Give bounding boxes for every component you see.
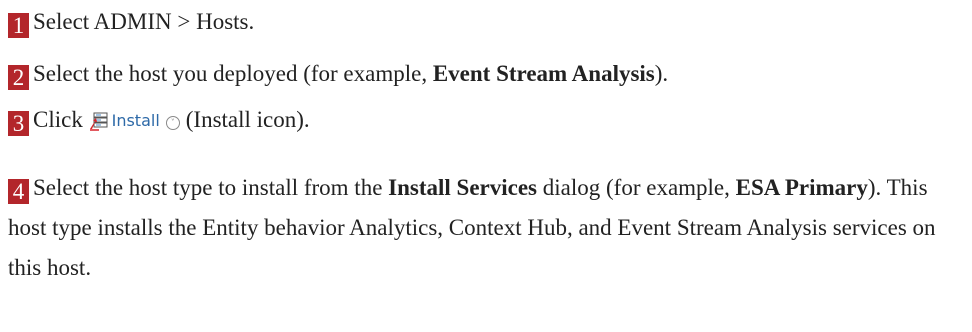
step-number-badge: 3 <box>8 111 29 136</box>
step-text: Select the host you deployed (for exampl… <box>33 61 433 86</box>
step-text: Select ADMIN > Hosts. <box>33 9 255 34</box>
install-icon <box>89 112 108 131</box>
step-number-badge: 4 <box>8 179 29 204</box>
step-4: 4 Select the host type to install from th… <box>8 168 948 288</box>
step-1: 1 Select ADMIN > Hosts. <box>8 2 254 42</box>
install-ui-button: Install ˅ <box>89 101 186 141</box>
step-text-end: (Install icon). <box>185 107 310 132</box>
step-3: 3 Click Install ˅ (Install icon). <box>8 100 310 141</box>
step-2: 2 Select the host you deployed (for examp… <box>8 54 668 94</box>
install-label: Install <box>111 111 160 130</box>
step-bold-text: Event Stream Analysis <box>432 61 655 86</box>
step-number-badge: 1 <box>8 13 29 38</box>
step-text-mid: dialog (for example, <box>537 175 736 200</box>
step-number-badge: 2 <box>8 65 29 90</box>
chevron-down-icon: ˅ <box>165 116 180 130</box>
step-text-end: ). <box>654 61 669 86</box>
step-text: Click <box>33 107 83 132</box>
step-bold-text-2: ESA Primary <box>735 175 868 200</box>
step-bold-text-1: Install Services <box>388 175 538 200</box>
step-text: Select the host type to install from the <box>33 175 389 200</box>
